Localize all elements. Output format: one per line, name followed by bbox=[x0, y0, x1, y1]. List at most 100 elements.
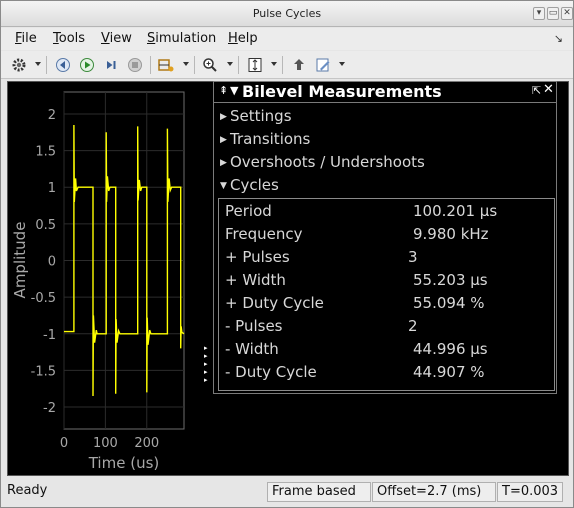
y-tick-label: -1.5 bbox=[31, 364, 56, 379]
menu-tools-label: ools bbox=[58, 31, 86, 46]
bilevel-measurements-panel: ⇞ ▼ Bilevel Measurements ⇱ ✕ ▶ Settings ▶… bbox=[213, 81, 557, 394]
scale-axes-dropdown-arrow[interactable] bbox=[271, 62, 277, 66]
panel-collapse-arrows-icon[interactable]: ▸ ▸ ▸ ▸ ▸ bbox=[204, 344, 208, 384]
measurement-label: - Pulses bbox=[225, 317, 283, 335]
chevron-right-icon: ▶ bbox=[220, 158, 227, 168]
toolbar-separator bbox=[282, 56, 283, 74]
measurement-row-frequency: Frequency 9.980 kHz bbox=[225, 225, 545, 247]
menu-view-label: iew bbox=[109, 31, 132, 46]
undock-icon[interactable]: ↘ bbox=[554, 32, 563, 45]
section-settings[interactable]: ▶ Settings bbox=[220, 107, 292, 125]
measurement-value: 3 bbox=[408, 248, 418, 266]
measurement-row-pos-width: + Width 55.203 µs bbox=[225, 271, 545, 293]
measurement-row-pos-duty: + Duty Cycle 55.094 % bbox=[225, 294, 545, 316]
y-axis-label: Amplitude bbox=[11, 222, 29, 299]
status-frame-mode: Frame based bbox=[267, 482, 371, 502]
highlight-dropdown-arrow[interactable] bbox=[183, 62, 189, 66]
menu-help-label: elp bbox=[237, 31, 258, 46]
undock-panel-icon[interactable]: ⇱ bbox=[532, 84, 541, 97]
measurement-label: - Duty Cycle bbox=[225, 363, 317, 381]
toolbar-separator bbox=[194, 56, 195, 74]
measurement-label: - Width bbox=[225, 340, 279, 358]
edit-dropdown-arrow[interactable] bbox=[339, 62, 345, 66]
section-settings-label: Settings bbox=[230, 107, 292, 125]
menu-help-mnemonic: H bbox=[228, 31, 238, 46]
menu-simulation-label: imulation bbox=[155, 31, 217, 46]
stop-icon[interactable] bbox=[125, 55, 145, 75]
y-tick-label: 1.5 bbox=[35, 145, 56, 160]
toolbar-separator bbox=[150, 56, 151, 74]
measurement-label: Period bbox=[225, 202, 272, 220]
zoom-icon[interactable] bbox=[200, 55, 220, 75]
status-ready: Ready bbox=[7, 483, 48, 498]
edit-icon[interactable] bbox=[313, 55, 333, 75]
x-ticks: 0 100 200 bbox=[60, 436, 159, 451]
highlight-icon[interactable] bbox=[156, 55, 176, 75]
run-icon[interactable] bbox=[77, 55, 97, 75]
menu-help[interactable]: Help bbox=[228, 31, 258, 46]
window-title: Pulse Cycles bbox=[252, 7, 322, 20]
close-panel-icon[interactable]: ✕ bbox=[543, 82, 554, 97]
cycles-table: Period 100.201 µs Frequency 9.980 kHz + Pu… bbox=[218, 198, 555, 391]
measurement-row-period: Period 100.201 µs bbox=[225, 202, 545, 224]
status-bar: Ready Frame based Offset=2.7 (ms) T=0.00… bbox=[1, 479, 573, 507]
measurement-label: Frequency bbox=[225, 225, 303, 243]
menu-view[interactable]: View bbox=[101, 31, 132, 46]
step-back-icon[interactable] bbox=[53, 55, 73, 75]
measurement-row-neg-width: - Width 44.996 µs bbox=[225, 340, 545, 362]
menu-simulation[interactable]: Simulation bbox=[147, 31, 216, 46]
gear-icon[interactable] bbox=[9, 55, 29, 75]
measurement-label: + Width bbox=[225, 271, 286, 289]
section-cycles[interactable]: ▼ Cycles bbox=[220, 176, 279, 194]
measurement-value: 2 bbox=[408, 317, 418, 335]
x-tick-label: 100 bbox=[93, 436, 118, 451]
chevron-down-icon: ▼ bbox=[220, 181, 227, 191]
x-tick-label: 200 bbox=[134, 436, 159, 451]
toolbar-separator bbox=[46, 56, 47, 74]
y-tick-label: -0.5 bbox=[31, 291, 56, 306]
section-transitions[interactable]: ▶ Transitions bbox=[220, 130, 310, 148]
section-cycles-label: Cycles bbox=[230, 176, 279, 194]
title-bar[interactable]: Pulse Cycles ▾ ▭ ✕ bbox=[1, 1, 573, 27]
maximize-button[interactable]: ▭ bbox=[547, 7, 559, 20]
measurement-value: 55.094 % bbox=[413, 294, 485, 312]
measurement-row-pos-pulses: + Pulses 3 bbox=[225, 248, 545, 270]
settings-dropdown-arrow[interactable] bbox=[35, 62, 41, 66]
measurement-row-neg-duty: - Duty Cycle 44.907 % bbox=[225, 363, 545, 385]
scale-axes-icon[interactable] bbox=[245, 55, 265, 75]
y-tick-label: -1 bbox=[43, 328, 56, 343]
menu-file[interactable]: File bbox=[15, 31, 37, 46]
toolbar bbox=[1, 51, 573, 79]
y-tick-label: 2 bbox=[48, 108, 56, 123]
measurement-value: 9.980 kHz bbox=[413, 225, 489, 243]
measurement-value: 100.201 µs bbox=[413, 202, 498, 220]
zoom-dropdown-arrow[interactable] bbox=[227, 62, 233, 66]
minimize-button[interactable]: ▾ bbox=[533, 7, 545, 20]
menu-tools[interactable]: Tools bbox=[53, 31, 85, 46]
close-window-button[interactable]: ✕ bbox=[561, 7, 573, 20]
pin-icon[interactable]: ⇞ bbox=[219, 84, 228, 97]
scope-window: Pulse Cycles ▾ ▭ ✕ File Tools View Simul… bbox=[0, 0, 574, 508]
step-forward-icon[interactable] bbox=[101, 55, 121, 75]
panel-header: ⇞ ▼ Bilevel Measurements ⇱ ✕ bbox=[214, 82, 556, 103]
section-transitions-label: Transitions bbox=[230, 130, 311, 148]
y-tick-label: 0.5 bbox=[35, 218, 56, 233]
y-tick-label: 0 bbox=[48, 255, 56, 270]
y-tick-label: -2 bbox=[43, 401, 56, 416]
measurement-value: 44.907 % bbox=[413, 363, 485, 381]
bring-to-front-icon[interactable] bbox=[289, 55, 309, 75]
time-plot[interactable]: 21.510.50-0.5-1-1.5-2 0 100 200 Amplitude … bbox=[8, 82, 213, 475]
section-overshoots-label: Overshoots / Undershoots bbox=[230, 153, 425, 171]
section-overshoots[interactable]: ▶ Overshoots / Undershoots bbox=[220, 153, 425, 171]
x-tick-label: 0 bbox=[60, 436, 68, 451]
menu-bar: File Tools View Simulation Help ↘ bbox=[1, 28, 573, 50]
chevron-right-icon: ▶ bbox=[220, 112, 227, 122]
panel-menu-icon[interactable]: ▼ bbox=[230, 84, 238, 97]
menu-file-label: ile bbox=[21, 31, 37, 46]
y-tick-label: 1 bbox=[48, 181, 56, 196]
status-offset: Offset=2.7 (ms) bbox=[372, 482, 496, 502]
measurement-value: 55.203 µs bbox=[413, 271, 488, 289]
toolbar-separator bbox=[238, 56, 239, 74]
status-sim-time: T=0.003 bbox=[497, 482, 563, 502]
measurement-label: + Pulses bbox=[225, 248, 290, 266]
